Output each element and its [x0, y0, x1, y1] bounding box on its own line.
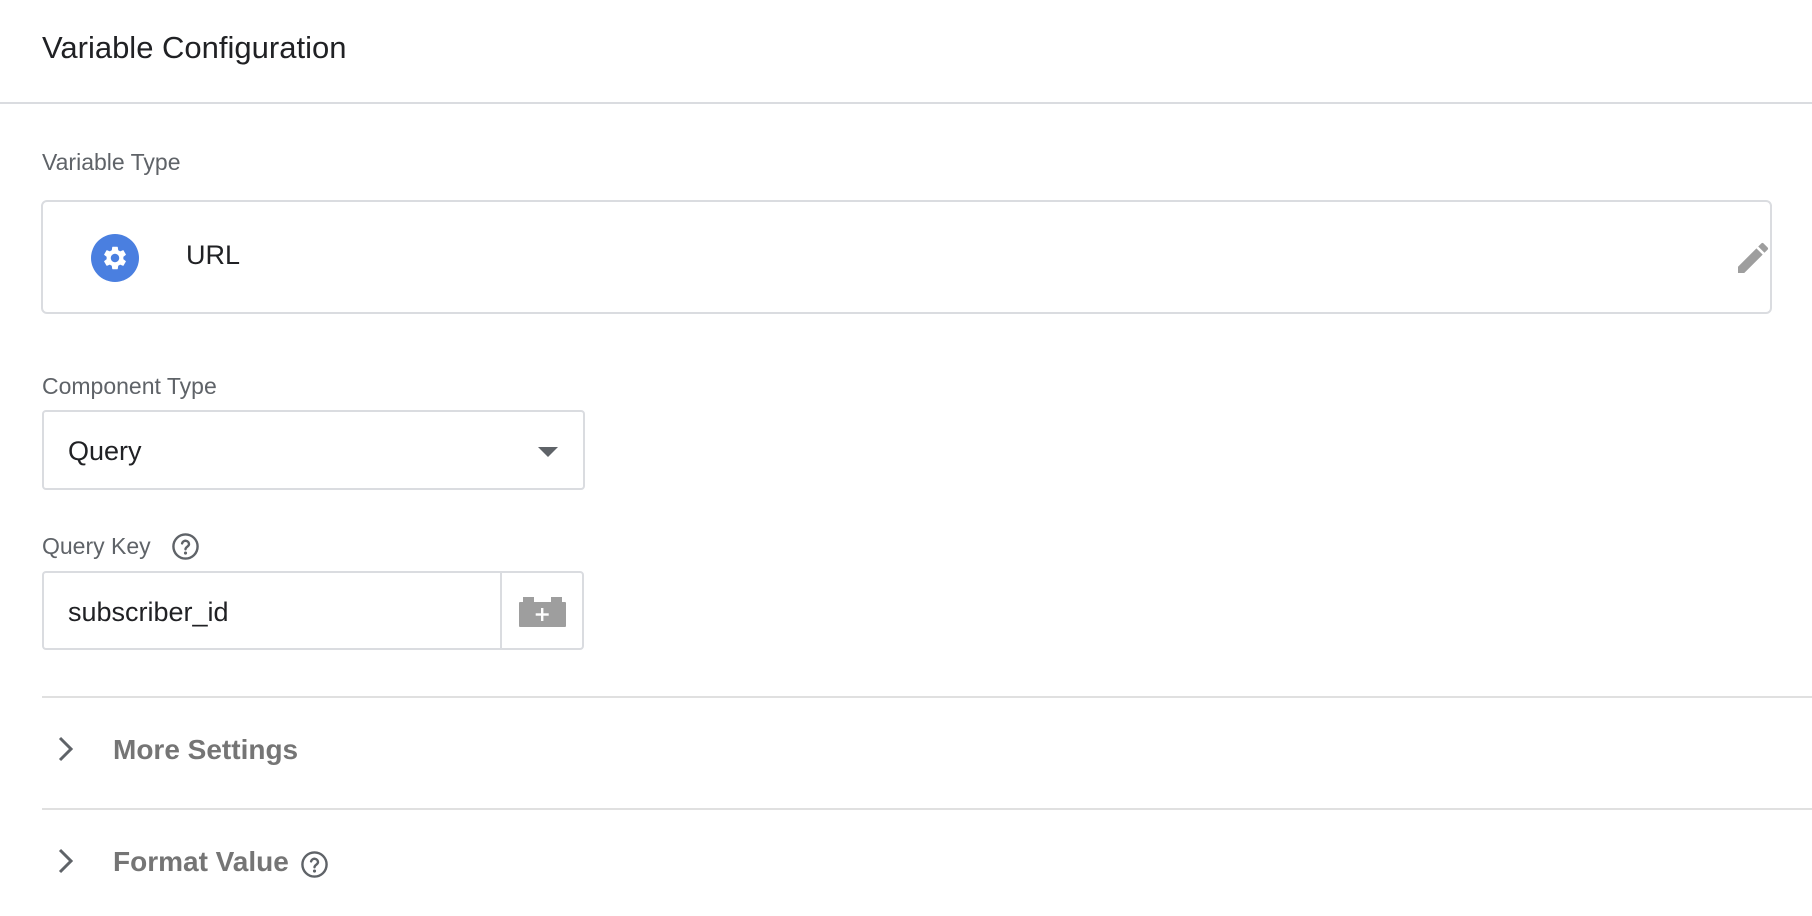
- query-key-value: subscriber_id: [68, 597, 229, 627]
- component-type-label: Component Type: [42, 373, 217, 399]
- add-variable-button[interactable]: [500, 571, 584, 650]
- help-circle-icon[interactable]: [300, 850, 329, 884]
- format-value-expander[interactable]: Format Value: [42, 824, 1812, 904]
- format-value-label: Format Value: [113, 846, 289, 877]
- component-type-value: Query: [68, 436, 142, 466]
- divider: [42, 696, 1812, 698]
- component-type-select[interactable]: Query: [42, 410, 585, 490]
- page-title: Variable Configuration: [42, 30, 347, 65]
- gear-icon: [91, 234, 139, 282]
- pencil-icon[interactable]: [1733, 238, 1773, 283]
- caret-down-icon: [538, 447, 558, 457]
- help-circle-icon[interactable]: [171, 532, 200, 566]
- variable-type-card[interactable]: URL: [41, 200, 1772, 314]
- header: Variable Configuration: [0, 0, 1812, 104]
- query-key-label: Query Key: [42, 533, 151, 559]
- variable-type-name: URL: [186, 240, 241, 270]
- divider: [42, 808, 1812, 810]
- more-settings-expander[interactable]: More Settings: [42, 712, 1812, 792]
- variable-type-label: Variable Type: [42, 149, 181, 175]
- variable-configuration-page: Variable Configuration Variable Type URL…: [0, 0, 1812, 916]
- more-settings-label: More Settings: [113, 734, 299, 765]
- query-key-input[interactable]: subscriber_id: [42, 571, 502, 650]
- add-variable-brick-icon: [519, 597, 566, 627]
- chevron-right-icon: [56, 846, 76, 881]
- chevron-right-icon: [56, 734, 76, 769]
